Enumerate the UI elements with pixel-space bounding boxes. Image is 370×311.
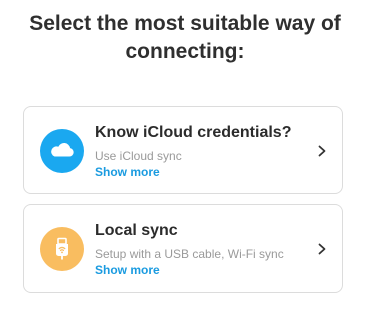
option-description: Use iCloud sync <box>95 149 182 163</box>
page-title: Select the most suitable way of connecti… <box>0 10 370 66</box>
show-more-link[interactable]: Show more <box>95 165 160 180</box>
chevron-right-icon <box>316 242 328 256</box>
usb-wifi-icon <box>40 227 84 271</box>
page-title-line-2: connecting: <box>125 40 245 63</box>
show-more-link[interactable]: Show more <box>95 263 160 278</box>
cloud-icon <box>40 129 84 173</box>
option-title: Know iCloud credentials? <box>95 124 292 141</box>
option-description: Setup with a USB cable, Wi-Fi sync <box>95 247 284 261</box>
icloud-sync-option[interactable]: Know iCloud credentials? Use iCloud sync… <box>23 106 343 194</box>
chevron-right-icon <box>316 144 328 158</box>
option-title: Local sync <box>95 222 178 239</box>
page-title-line-1: Select the most suitable way of <box>29 12 341 35</box>
local-sync-option[interactable]: Local sync Setup with a USB cable, Wi-Fi… <box>23 204 343 293</box>
